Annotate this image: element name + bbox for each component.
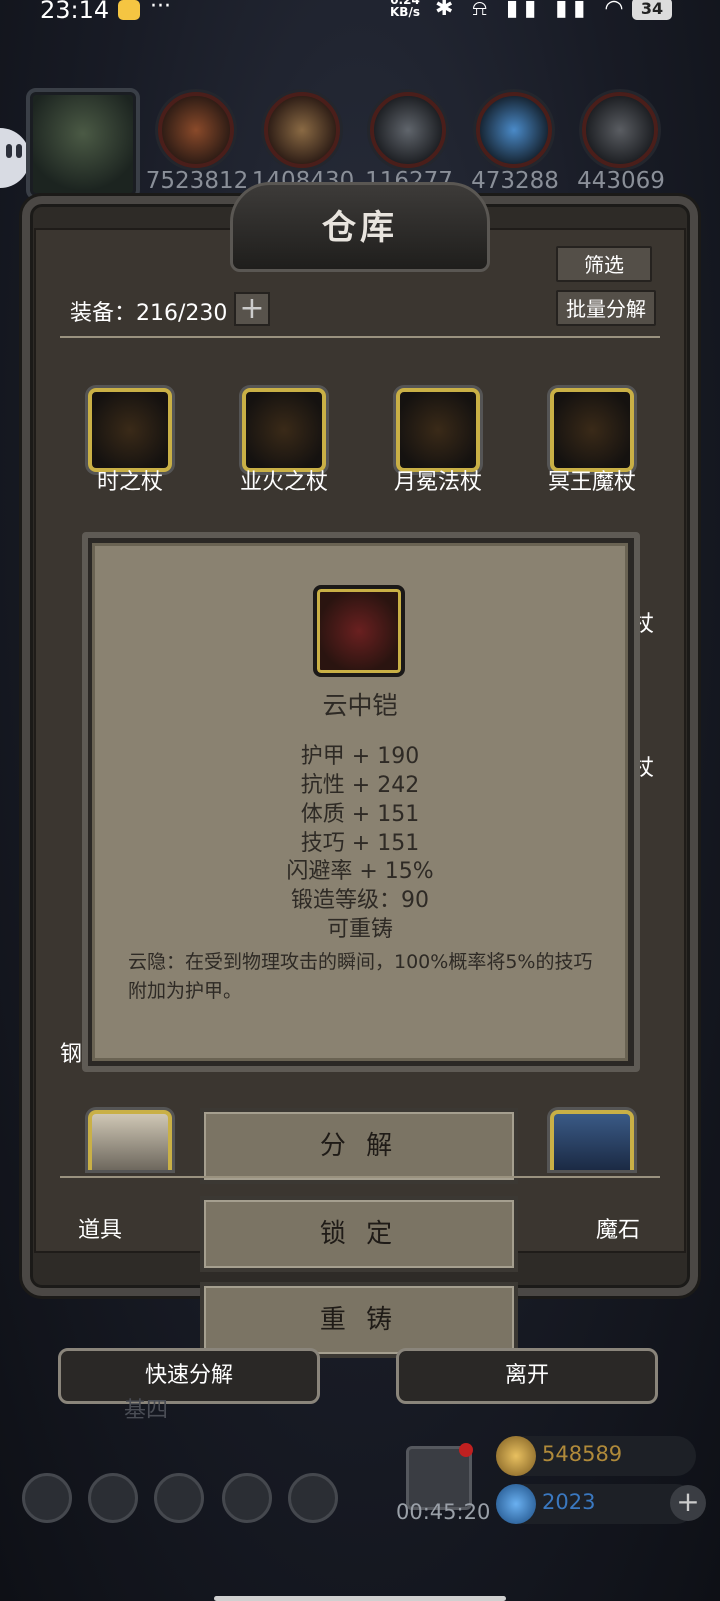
stat-line: 抗性 + 242 xyxy=(300,773,420,798)
item-name-partial: 钢 xyxy=(60,1042,83,1067)
stat-line: 护甲 + 190 xyxy=(300,744,420,769)
leave-button[interactable]: 离开 xyxy=(396,1348,658,1404)
item-name: 业火之杖 xyxy=(239,470,328,495)
map-icon[interactable] xyxy=(288,1473,338,1523)
star-icon[interactable] xyxy=(88,1473,138,1523)
gem-amount: 2023 xyxy=(542,1490,596,1514)
resource-value: 443069 xyxy=(577,168,665,194)
decompose-button[interactable]: 分 解 xyxy=(200,1108,518,1184)
gem-icon xyxy=(496,1484,536,1524)
weather-icon xyxy=(118,0,140,20)
background-label: 基四 xyxy=(124,1398,169,1423)
network-speed: 0.24 KB/s xyxy=(390,0,420,19)
item-name: 冥王魔杖 xyxy=(547,470,636,495)
battery-icon: 34 xyxy=(632,0,672,20)
signal-icons: ✱ ⍾ ▮▮ ▮▮ ◠ xyxy=(435,0,630,21)
equip-count: 装备：216/230 xyxy=(70,301,228,326)
wood-log-icon xyxy=(158,92,234,168)
clock: 23:14 xyxy=(40,0,110,24)
item-slot[interactable] xyxy=(550,1110,634,1170)
expand-capacity-button[interactable]: + xyxy=(234,292,270,326)
divider xyxy=(60,336,660,338)
mail-icon[interactable] xyxy=(222,1473,272,1523)
reforge-button[interactable]: 重 铸 xyxy=(200,1282,518,1358)
stat-line: 体质 + 151 xyxy=(300,802,420,827)
item-name: 月冕法杖 xyxy=(393,470,482,495)
more-notifications-icon: ··· xyxy=(150,0,171,19)
batch-decompose-button[interactable]: 批量分解 xyxy=(556,290,656,326)
gold-amount: 548589 xyxy=(542,1442,623,1466)
item-name: 时之杖 xyxy=(96,470,163,495)
guild-icon[interactable] xyxy=(154,1473,204,1523)
stat-line: 闪避率 + 15% xyxy=(286,859,434,884)
add-currency-button[interactable]: + xyxy=(670,1485,706,1521)
resource-value: 7523812 xyxy=(145,168,249,194)
plank-icon xyxy=(264,92,340,168)
tab-items[interactable]: 道具 xyxy=(78,1212,122,1244)
quick-decompose-button[interactable]: 快速分解 xyxy=(58,1348,320,1404)
gold-coin-icon xyxy=(496,1436,536,1476)
tab-magic-stones[interactable]: 魔石 xyxy=(596,1212,640,1244)
tooltip-description: 云隐：在受到物理攻击的瞬间，100%概率将5%的技巧附加为护甲。 xyxy=(128,951,593,1002)
page-title: 仓库 xyxy=(322,208,398,248)
home-indicator[interactable] xyxy=(214,1596,506,1601)
player-avatar[interactable] xyxy=(26,88,140,200)
crystal-icon xyxy=(476,92,552,168)
item-slot[interactable] xyxy=(242,388,326,472)
gift-timer: 00:45:20 xyxy=(396,1500,491,1524)
armor-icon xyxy=(313,585,405,677)
stat-line: 可重铸 xyxy=(326,917,393,942)
ore-icon xyxy=(582,92,658,168)
filter-button[interactable]: 筛选 xyxy=(556,246,652,282)
tooltip-item-name: 云中铠 xyxy=(322,691,398,720)
settings-icon[interactable] xyxy=(22,1473,72,1523)
divider xyxy=(60,1176,660,1178)
stat-line: 锻造等级：90 xyxy=(291,888,429,913)
item-slot[interactable] xyxy=(550,388,634,472)
resource-value: 473288 xyxy=(471,168,559,194)
status-bar: 23:14 ··· 0.24 KB/s ✱ ⍾ ▮▮ ▮▮ ◠ 34 xyxy=(0,0,720,30)
iron-icon xyxy=(370,92,446,168)
item-slot[interactable] xyxy=(396,388,480,472)
item-slot[interactable] xyxy=(88,388,172,472)
lock-button[interactable]: 锁 定 xyxy=(200,1196,518,1272)
notification-dot xyxy=(459,1443,473,1457)
item-slot[interactable] xyxy=(88,1110,172,1170)
